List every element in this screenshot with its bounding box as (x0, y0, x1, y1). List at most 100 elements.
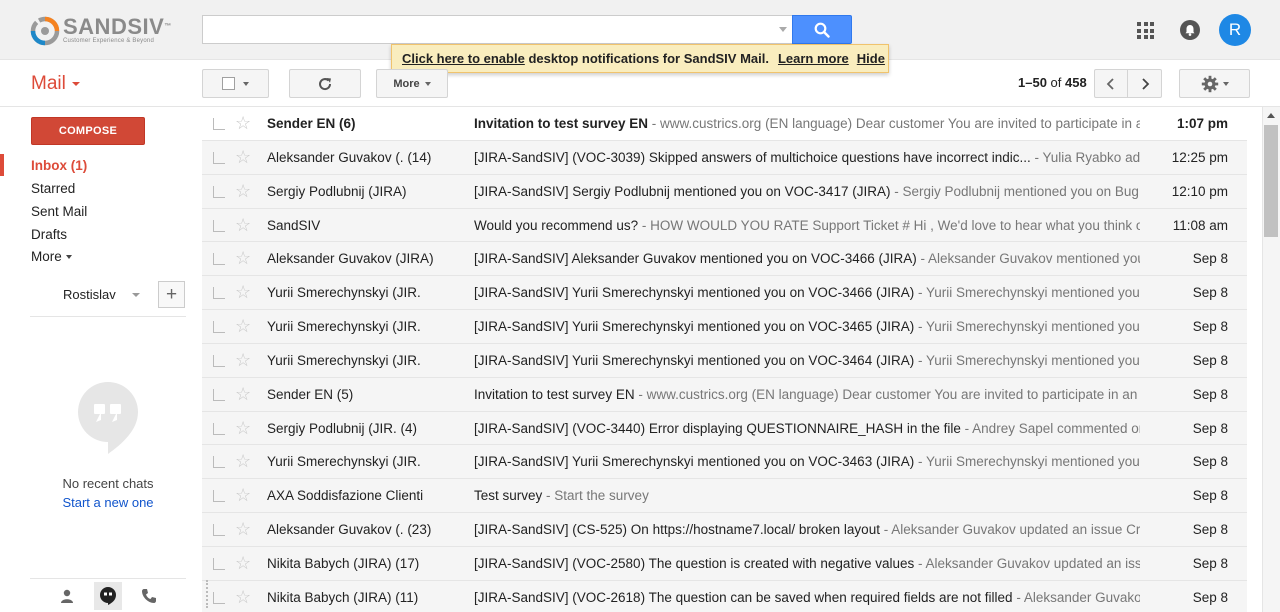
older-page-button[interactable] (1127, 69, 1162, 98)
star-icon[interactable]: ☆ (235, 148, 251, 166)
gear-icon (1201, 75, 1218, 92)
start-new-chat-link[interactable]: Start a new one (30, 495, 186, 510)
row-select-checkbox[interactable] (213, 118, 225, 130)
message-row[interactable]: ☆ Aleksander Guvakov (. (23) [JIRA-SandSIV… (202, 513, 1247, 547)
message-row[interactable]: ☆ Yurii Smerechynskyi (JIR. [JIRA-SandSIV]… (202, 343, 1247, 378)
row-select-checkbox[interactable] (213, 321, 225, 334)
message-sender: Aleksander Guvakov (. (14) (267, 149, 432, 165)
hangouts-tab[interactable] (94, 582, 122, 610)
message-subject: [JIRA-SandSIV] (CS-525) On https://hostn… (474, 522, 880, 538)
chevron-down-icon (424, 81, 431, 86)
star-icon[interactable]: ☆ (235, 351, 251, 369)
bell-icon[interactable] (1180, 20, 1200, 40)
search-options-caret-icon[interactable] (779, 27, 787, 32)
scroll-up-arrow-icon[interactable] (1267, 113, 1275, 118)
star-icon[interactable]: ☆ (235, 419, 251, 437)
avatar[interactable]: R (1219, 14, 1251, 46)
settings-button[interactable] (1179, 69, 1250, 98)
star-icon[interactable]: ☆ (235, 452, 251, 470)
row-select-checkbox[interactable] (213, 388, 225, 401)
sidebar-item-drafts[interactable]: Drafts (31, 227, 67, 242)
row-select-checkbox[interactable] (213, 524, 225, 537)
scrollbar-thumb[interactable] (1264, 125, 1278, 237)
row-select-checkbox[interactable] (213, 253, 225, 266)
message-row[interactable]: ☆ Yurii Smerechynskyi (JIR. [JIRA-SandSIV]… (202, 276, 1247, 311)
star-icon[interactable]: ☆ (235, 520, 251, 538)
star-icon[interactable]: ☆ (235, 216, 251, 234)
sidebar-item-starred[interactable]: Starred (31, 181, 75, 196)
apps-grid-icon[interactable] (1137, 22, 1154, 39)
message-snippet: - Aleksander Guvakov mentioned you on B (920, 251, 1140, 267)
select-all-button[interactable] (202, 69, 269, 98)
refresh-button[interactable] (289, 69, 361, 98)
pagination-of: of (1046, 75, 1065, 90)
row-select-checkbox[interactable] (213, 591, 225, 604)
message-row[interactable]: ☆ SandSIV Would you recommend us? - HOW WO… (202, 208, 1247, 243)
message-row[interactable]: ☆ Sender EN (6) Invitation to test survey … (202, 107, 1247, 141)
message-row[interactable]: ☆ Nikita Babych (JIRA) (17) [JIRA-SandSIV]… (202, 546, 1247, 581)
row-select-checkbox[interactable] (213, 422, 225, 435)
hangouts-icon (100, 587, 116, 605)
star-icon[interactable]: ☆ (235, 114, 251, 132)
star-icon[interactable]: ☆ (235, 554, 251, 572)
star-icon[interactable]: ☆ (235, 182, 251, 200)
message-row[interactable]: ☆ Aleksander Guvakov (. (14) [JIRA-SandSIV… (202, 140, 1247, 175)
message-subject: [JIRA-SandSIV] (VOC-2580) The question i… (474, 555, 915, 571)
phone-tab[interactable] (135, 582, 163, 610)
sidebar-item-inbox[interactable]: Inbox (1) (31, 158, 87, 173)
learn-more-link[interactable]: Learn more (778, 51, 849, 66)
message-row[interactable]: ☆ Nikita Babych (JIRA) (11) [JIRA-SandSIV]… (202, 580, 1247, 612)
message-date: Sep 8 (1192, 589, 1228, 605)
chevron-down-icon[interactable] (132, 293, 140, 297)
row-select-checkbox[interactable] (213, 456, 225, 469)
message-row[interactable]: ☆ Yurii Smerechynskyi (JIR. [JIRA-SandSIV]… (202, 445, 1247, 480)
star-icon[interactable]: ☆ (235, 385, 251, 403)
select-checkbox[interactable] (222, 77, 235, 90)
enable-notifications-link[interactable]: Click here to enable (402, 51, 525, 66)
row-select-checkbox[interactable] (213, 490, 225, 503)
mail-app-switcher[interactable]: Mail (31, 73, 80, 95)
row-select-checkbox[interactable] (213, 287, 225, 300)
contacts-tab[interactable] (53, 582, 81, 610)
message-row[interactable]: ☆ Sender EN (5) Invitation to test survey … (202, 377, 1247, 412)
message-snippet: - Aleksander Guvakov upd (1016, 589, 1140, 605)
hide-notification-link[interactable]: Hide (857, 51, 885, 66)
message-row[interactable]: ☆ Sergiy Podlubnij (JIRA) [JIRA-SandSIV] S… (202, 174, 1247, 209)
message-subject: Test survey (474, 488, 543, 504)
message-sender: Nikita Babych (JIRA) (11) (267, 589, 419, 605)
search-input[interactable] (202, 15, 793, 44)
drag-handle[interactable] (206, 580, 210, 608)
star-icon[interactable]: ☆ (235, 317, 251, 335)
mail-label: Mail (31, 73, 66, 94)
message-date: Sep 8 (1192, 555, 1228, 571)
no-recent-chats-text: No recent chats (62, 476, 154, 491)
star-icon[interactable]: ☆ (235, 283, 251, 301)
row-select-checkbox[interactable] (213, 354, 225, 367)
star-icon[interactable]: ☆ (235, 249, 251, 267)
row-select-checkbox[interactable] (213, 185, 225, 198)
message-date: 11:08 am (1172, 217, 1228, 233)
message-date: Sep 8 (1192, 454, 1228, 470)
compose-button[interactable]: COMPOSE (31, 117, 145, 145)
search-button[interactable] (792, 15, 852, 44)
message-row[interactable]: ☆ Yurii Smerechynskyi (JIR. [JIRA-SandSIV]… (202, 310, 1247, 344)
message-row[interactable]: ☆ Sergiy Podlubnij (JIR. (4) [JIRA-SandSIV… (202, 411, 1247, 446)
newer-page-button[interactable] (1094, 69, 1128, 98)
message-content: [JIRA-SandSIV] Sergiy Podlubnij mentione… (474, 184, 1140, 199)
star-icon[interactable]: ☆ (235, 486, 251, 504)
sidebar-item-more[interactable]: More (31, 249, 72, 264)
sidebar-item-sent-mail[interactable]: Sent Mail (31, 204, 87, 219)
pagination-info: 1–50 of 458 (1018, 75, 1087, 90)
row-select-checkbox[interactable] (213, 557, 225, 570)
message-row[interactable]: ☆ AXA Soddisfazione Clienti Test survey - … (202, 479, 1247, 514)
message-list: ☆ Sender EN (6) Invitation to test survey … (202, 107, 1247, 612)
new-conversation-button[interactable]: + (158, 281, 185, 308)
message-row[interactable]: ☆ Aleksander Guvakov (JIRA) [JIRA-SandSIV]… (202, 242, 1247, 277)
more-actions-button[interactable]: More (376, 69, 448, 98)
row-select-checkbox[interactable] (213, 219, 225, 232)
row-select-checkbox[interactable] (213, 151, 225, 164)
sandsiv-logo[interactable]: SANDSIV™ Customer Experience & Beyond (30, 16, 172, 46)
star-icon[interactable]: ☆ (235, 588, 251, 606)
hangouts-user-name[interactable]: Rostislav (63, 287, 116, 302)
pagination-total: 458 (1065, 75, 1087, 90)
